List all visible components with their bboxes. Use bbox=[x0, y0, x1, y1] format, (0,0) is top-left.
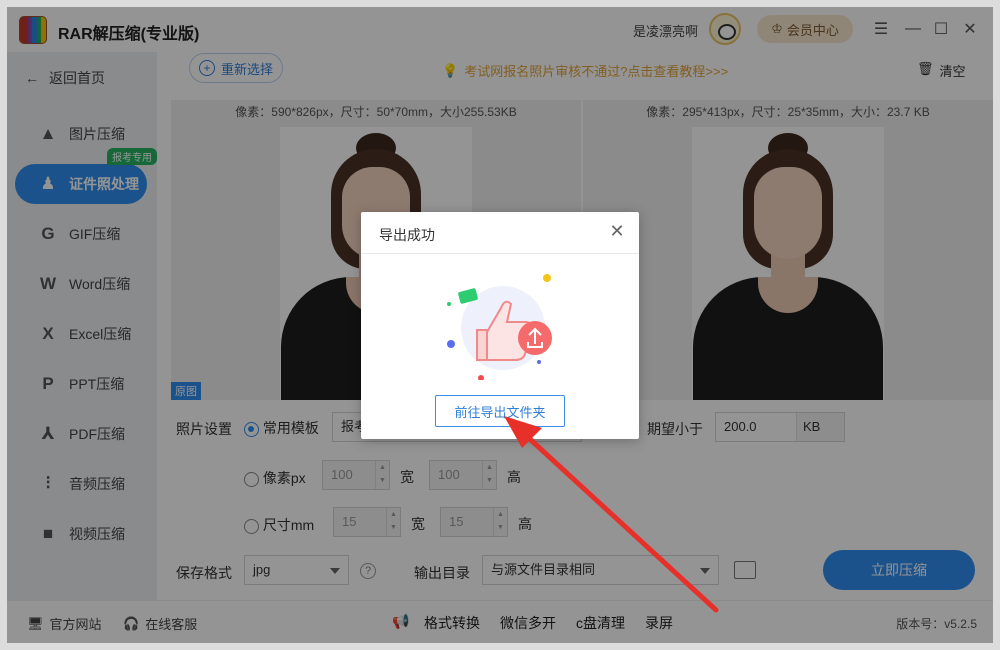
app-window: RAR解压缩(专业版) 是凌漂亮啊 ♔ 会员中心 ☰ — ☐ ✕ ← 返回首页 … bbox=[7, 7, 993, 643]
close-icon[interactable]: ✕ bbox=[607, 221, 627, 241]
open-export-folder-button[interactable]: 前往导出文件夹 bbox=[435, 395, 565, 427]
export-success-dialog: 导出成功 ✕ 前往导出文件夹 bbox=[361, 212, 639, 439]
thumbs-up-illustration-icon bbox=[447, 274, 552, 380]
dialog-title: 导出成功 bbox=[379, 227, 435, 243]
dialog-header: 导出成功 ✕ bbox=[361, 212, 639, 254]
